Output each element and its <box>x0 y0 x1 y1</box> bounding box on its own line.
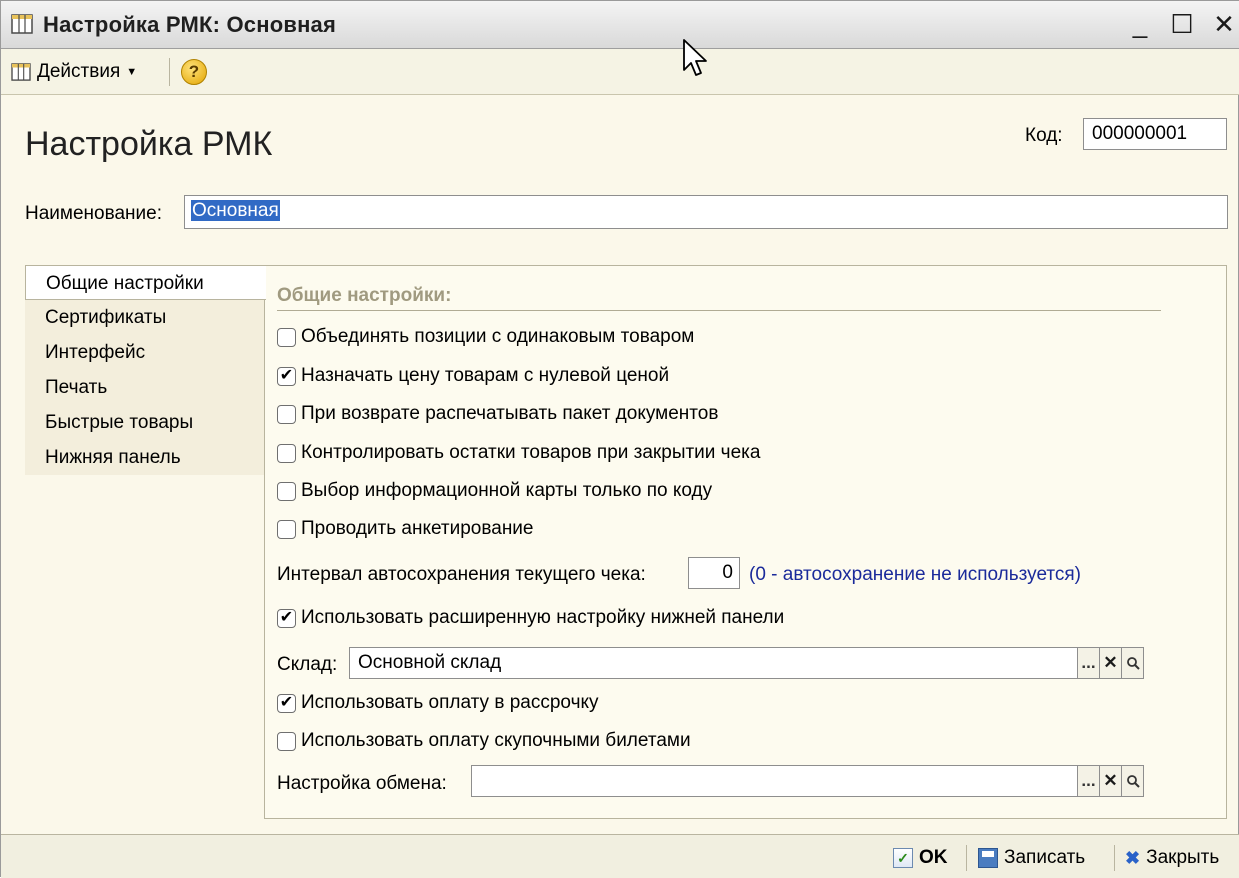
tab-bottom-panel[interactable]: Нижняя панель <box>25 440 265 475</box>
checkbox-installment[interactable]: ✔ Использовать оплату в рассрочку <box>277 690 599 716</box>
checkmark-icon: ✔ <box>279 367 294 384</box>
checkmark-icon: ✔ <box>279 694 294 711</box>
name-field-value: Основная <box>191 200 280 221</box>
save-button-label: Записать <box>1004 847 1086 868</box>
tab-general[interactable]: Общие настройки <box>25 265 266 300</box>
settings-window: Настройка РМК: Основная _ ☐ ✕ Действия ▼… <box>0 0 1239 878</box>
exchange-open-button[interactable] <box>1122 765 1144 797</box>
code-label: Код: <box>1025 125 1063 146</box>
checkbox-label: Использовать оплату в рассрочку <box>301 692 599 713</box>
footer-separator <box>966 845 967 871</box>
magnifier-icon <box>1126 657 1140 670</box>
name-label: Наименование: <box>25 203 162 224</box>
table-icon <box>11 14 33 34</box>
checkbox-label: Использовать расширенную настройку нижне… <box>301 607 785 628</box>
warehouse-clear-button[interactable]: ✕ <box>1100 647 1122 679</box>
checkbox-box[interactable] <box>277 481 296 501</box>
code-field[interactable]: 000000001 <box>1083 118 1227 150</box>
warehouse-select-button[interactable]: ... <box>1078 647 1100 679</box>
warehouse-field-buttons: ... ✕ <box>1078 647 1144 679</box>
checkbox-extended-panel[interactable]: ✔ Использовать расширенную настройку ниж… <box>277 605 784 631</box>
checkbox-label: При возврате распечатывать пакет докумен… <box>301 403 719 424</box>
interval-hint: (0 - автосохранение не используется) <box>749 564 1081 585</box>
checkbox-label: Объединять позиции с одинаковым товаром <box>301 326 695 347</box>
checkbox-label: Выбор информационной карты только по код… <box>301 480 713 501</box>
help-button[interactable]: ? <box>181 59 207 85</box>
close-button[interactable]: ✖ Закрыть <box>1125 844 1219 872</box>
checkbox-box[interactable] <box>277 404 296 424</box>
exchange-select-button[interactable]: ... <box>1078 765 1100 797</box>
checkbox-box[interactable]: ✔ <box>277 366 296 386</box>
close-x-icon: ✖ <box>1125 847 1141 868</box>
save-button[interactable]: Записать <box>978 844 1085 872</box>
title-bar[interactable]: Настройка РМК: Основная _ ☐ ✕ <box>1 1 1239 49</box>
checkbox-box[interactable]: ✔ <box>277 693 296 713</box>
window-controls: _ ☐ ✕ <box>1124 7 1239 41</box>
section-title: Общие настройки: <box>277 285 452 306</box>
table-icon <box>11 63 31 81</box>
close-window-button[interactable]: ✕ <box>1208 7 1239 41</box>
tab-quick-goods[interactable]: Быстрые товары <box>25 405 265 440</box>
checkbox-box[interactable] <box>277 443 296 463</box>
footer-separator <box>1114 845 1115 871</box>
checkbox-merge-positions[interactable]: Объединять позиции с одинаковым товаром <box>277 324 694 350</box>
interval-field[interactable]: 0 <box>688 557 740 589</box>
checkbox-label: Контролировать остатки товаров при закры… <box>301 442 761 463</box>
checkbox-card-by-code[interactable]: Выбор информационной карты только по код… <box>277 478 712 504</box>
magnifier-icon <box>1126 775 1140 788</box>
actions-menu-button[interactable]: Действия ▼ <box>11 58 137 86</box>
exchange-field-buttons: ... ✕ <box>1078 765 1144 797</box>
checkbox-label: Проводить анкетирование <box>301 518 534 539</box>
warehouse-field[interactable]: Основной склад <box>349 647 1078 679</box>
exchange-field[interactable] <box>471 765 1078 797</box>
checkbox-return-print[interactable]: При возврате распечатывать пакет докумен… <box>277 401 718 427</box>
checkbox-box[interactable] <box>277 519 296 539</box>
checkbox-box[interactable]: ✔ <box>277 608 296 628</box>
ok-button[interactable]: ✓ OK <box>893 844 948 872</box>
maximize-button[interactable]: ☐ <box>1166 7 1198 41</box>
footer-bar: ✓ OK Записать ✖ Закрыть <box>1 834 1239 878</box>
checkbox-box[interactable] <box>277 731 296 751</box>
mouse-cursor-icon <box>683 39 707 76</box>
checkbox-zero-price[interactable]: ✔ Назначать цену товарам с нулевой ценой <box>277 363 669 389</box>
caret-down-icon: ▼ <box>126 66 138 78</box>
checkbox-voucher[interactable]: Использовать оплату скупочными билетами <box>277 728 691 754</box>
ok-check-icon: ✓ <box>893 848 913 868</box>
save-disk-icon <box>978 848 998 868</box>
toolbar: Действия ▼ ? <box>1 49 1239 95</box>
exchange-label: Настройка обмена: <box>277 773 447 794</box>
toolbar-separator <box>169 58 170 86</box>
checkbox-survey[interactable]: Проводить анкетирование <box>277 516 534 542</box>
ok-button-label: OK <box>919 847 948 868</box>
warehouse-open-button[interactable] <box>1122 647 1144 679</box>
minimize-button[interactable]: _ <box>1124 7 1156 41</box>
exchange-clear-button[interactable]: ✕ <box>1100 765 1122 797</box>
tabs-list: Общие настройки Сертификаты Интерфейс Пе… <box>25 265 266 475</box>
form-heading: Настройка РМК <box>25 125 273 163</box>
close-button-label: Закрыть <box>1146 847 1220 868</box>
tab-print[interactable]: Печать <box>25 370 265 405</box>
section-divider <box>277 310 1161 311</box>
tab-interface[interactable]: Интерфейс <box>25 335 265 370</box>
checkbox-box[interactable] <box>277 327 296 347</box>
actions-menu-label: Действия <box>37 61 121 82</box>
interval-label: Интервал автосохранения текущего чека: <box>277 564 646 585</box>
name-field[interactable]: Основная <box>184 195 1228 229</box>
warehouse-label: Склад: <box>277 654 338 675</box>
checkbox-label: Назначать цену товарам с нулевой ценой <box>301 365 670 386</box>
tab-certificates[interactable]: Сертификаты <box>25 300 265 335</box>
window-title: Настройка РМК: Основная <box>43 12 337 37</box>
checkmark-icon: ✔ <box>279 609 294 626</box>
checkbox-control-stock[interactable]: Контролировать остатки товаров при закры… <box>277 440 760 466</box>
checkbox-label: Использовать оплату скупочными билетами <box>301 730 691 751</box>
